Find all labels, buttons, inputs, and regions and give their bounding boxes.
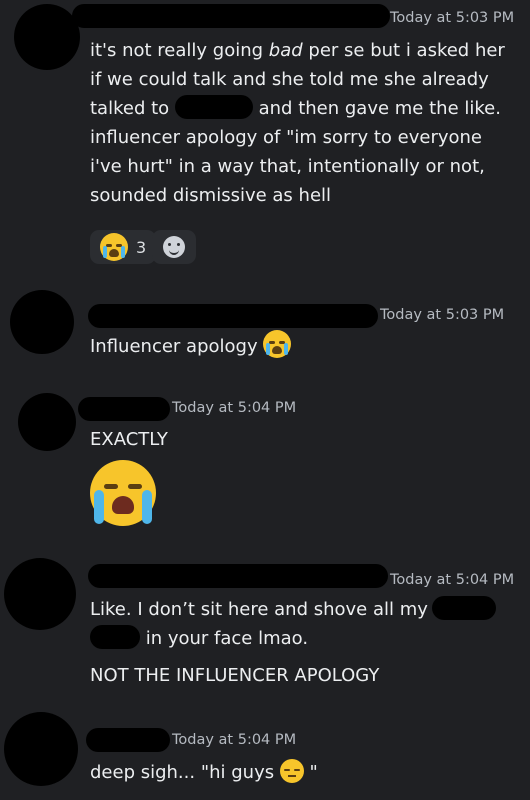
username-redacted[interactable]	[72, 4, 390, 28]
username-redacted[interactable]	[88, 564, 388, 588]
message-text: talked to	[90, 98, 175, 119]
message-text: and then gave me the like.	[252, 98, 501, 119]
username-redacted[interactable]	[86, 728, 170, 752]
avatar[interactable]	[4, 712, 78, 786]
redaction-blob	[174, 95, 253, 119]
reaction-loudly-crying[interactable]: 3	[90, 230, 157, 264]
add-reaction-button[interactable]	[152, 230, 196, 264]
avatar[interactable]	[10, 290, 74, 354]
message-body: it's not really going bad per se but i a…	[90, 36, 510, 210]
message-text: deep sigh... "hi guys	[90, 762, 280, 783]
message-text: NOT THE INFLUENCER APOLOGY	[90, 665, 380, 686]
message-text: influencer apology of "im sorry to every…	[90, 127, 483, 148]
message-text: in your face lmao.	[140, 628, 309, 649]
message-text: sounded dismissive as hell	[90, 185, 332, 206]
timestamp[interactable]: Today at 5:03 PM	[380, 307, 504, 323]
username-redacted[interactable]	[88, 304, 378, 328]
message-text: Like. I don’t sit here and shove all my	[90, 599, 428, 620]
timestamp[interactable]: Today at 5:03 PM	[390, 10, 514, 26]
message-text: it's not really going	[90, 40, 269, 61]
message-text: EXACTLY	[90, 429, 168, 450]
message-body: Influencer apology	[90, 330, 510, 361]
message-text: "	[303, 762, 318, 783]
avatar[interactable]	[18, 393, 76, 451]
message-text-italic: bad	[268, 40, 303, 61]
timestamp[interactable]: Today at 5:04 PM	[172, 400, 296, 416]
message-body: deep sigh... "hi guys "	[90, 758, 510, 787]
timestamp[interactable]: Today at 5:04 PM	[172, 732, 296, 748]
message-body: Like. I don’t sit here and shove all my …	[90, 595, 510, 690]
message-text: per se but i asked her	[302, 40, 505, 61]
message-text: if we could talk and she told me she alr…	[90, 69, 489, 90]
message-text: i've hurt" in a way that, intentionally …	[90, 156, 485, 177]
timestamp[interactable]: Today at 5:04 PM	[390, 572, 514, 588]
redaction-blob	[90, 625, 140, 649]
loudly-crying-face-icon	[100, 233, 128, 261]
username-redacted[interactable]	[78, 397, 170, 421]
loudly-crying-face-icon	[90, 460, 156, 526]
redaction-blob	[431, 596, 496, 620]
loudly-crying-face-icon	[263, 330, 292, 358]
avatar[interactable]	[14, 4, 80, 70]
avatar[interactable]	[4, 558, 76, 630]
reaction-count: 3	[136, 237, 147, 257]
pensive-face-icon	[279, 759, 304, 783]
message-text: Influencer apology	[90, 336, 258, 357]
smile-icon	[163, 236, 185, 258]
message-body: EXACTLY	[90, 425, 510, 454]
